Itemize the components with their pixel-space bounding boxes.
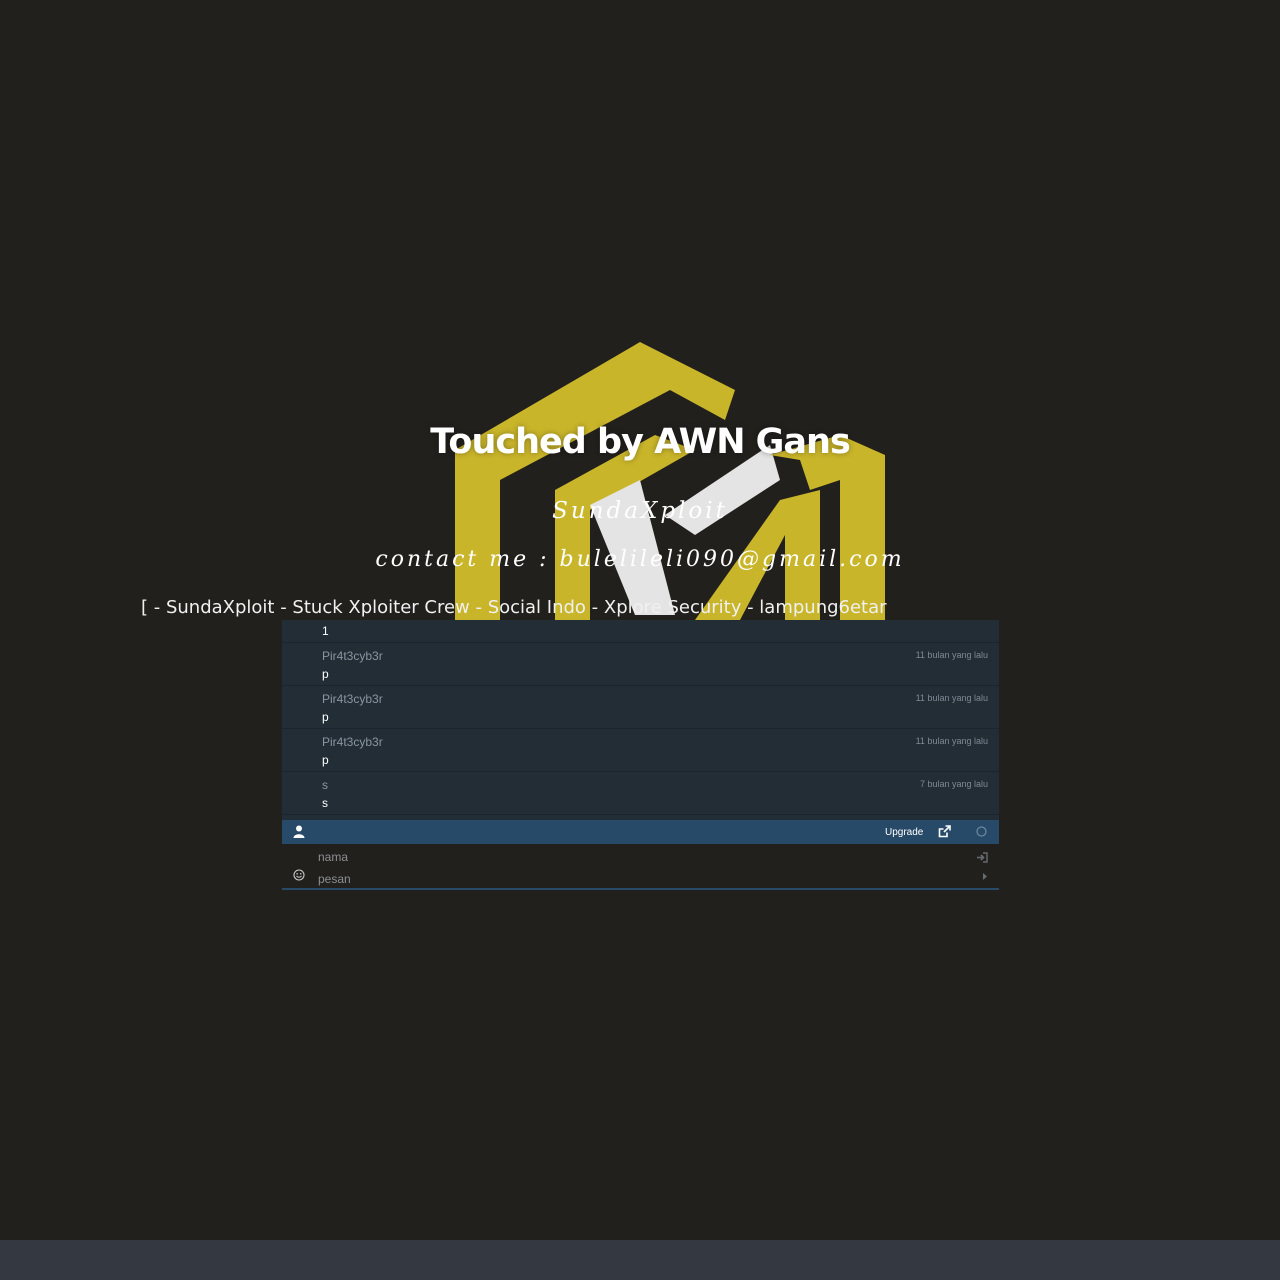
- chat-message: Pir4t3cyb3r 11 bulan yang lalu p: [282, 729, 999, 772]
- chat-form: nama pesan: [282, 844, 999, 890]
- message-user[interactable]: Pir4t3cyb3r: [322, 692, 383, 706]
- message-time: 7 bulan yang lalu: [919, 779, 988, 789]
- team-name: SundaXploit: [552, 498, 728, 524]
- message-text: p: [322, 710, 329, 724]
- page-title: Touched by AWN Gans: [430, 422, 851, 462]
- message-text: p: [322, 753, 329, 767]
- upgrade-button[interactable]: Upgrade: [885, 827, 923, 838]
- chat-message: 1: [282, 620, 999, 643]
- chat-message: s 7 bulan yang lalu s: [282, 772, 999, 815]
- message-text: p: [322, 667, 329, 681]
- message-time: 11 bulan yang lalu: [915, 650, 988, 660]
- contact-line: contact me : bulelileli090@gmail.com: [375, 547, 905, 572]
- name-input[interactable]: nama: [318, 850, 348, 864]
- message-user[interactable]: Pir4t3cyb3r: [322, 735, 383, 749]
- message-time: 11 bulan yang lalu: [915, 693, 988, 703]
- status-circle-icon[interactable]: [976, 826, 987, 837]
- message-input[interactable]: pesan: [318, 872, 351, 886]
- message-time: 11 bulan yang lalu: [915, 736, 988, 746]
- smiley-icon[interactable]: [293, 869, 305, 881]
- message-text: s: [322, 796, 328, 810]
- message-user[interactable]: s: [322, 778, 328, 792]
- user-icon[interactable]: [293, 825, 305, 838]
- sign-in-icon[interactable]: [976, 852, 988, 863]
- crew-list: [ - SundaXploit - Stuck Xploiter Crew - …: [141, 597, 887, 618]
- bottom-bar: [0, 1240, 1280, 1280]
- message-text: 1: [322, 624, 329, 638]
- chat-toolbar: Upgrade: [282, 820, 999, 844]
- chat-widget: 1 Pir4t3cyb3r 11 bulan yang lalu p Pir4t…: [282, 620, 999, 890]
- crew-logo: [440, 330, 900, 620]
- external-link-icon[interactable]: [938, 825, 951, 838]
- crew-logo-graphic: [455, 342, 885, 620]
- chat-message: Pir4t3cyb3r 11 bulan yang lalu p: [282, 686, 999, 729]
- send-arrow-icon[interactable]: [982, 872, 988, 881]
- message-user[interactable]: Pir4t3cyb3r: [322, 649, 383, 663]
- chat-message: Pir4t3cyb3r 11 bulan yang lalu p: [282, 643, 999, 686]
